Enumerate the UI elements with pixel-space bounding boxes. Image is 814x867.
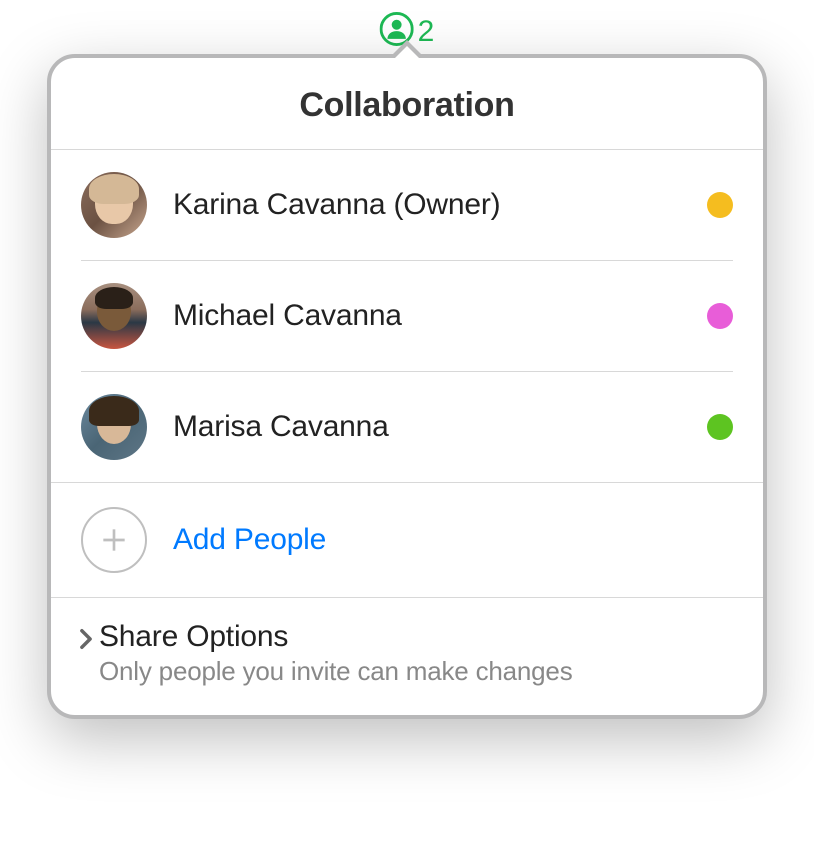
popover-header: Collaboration: [51, 58, 763, 150]
add-people-button[interactable]: Add People: [51, 482, 763, 598]
share-options-subtitle: Only people you invite can make changes: [99, 656, 573, 687]
avatar: [81, 283, 147, 349]
participant-row[interactable]: Marisa Cavanna: [81, 372, 733, 482]
participant-row[interactable]: Karina Cavanna (Owner): [81, 150, 733, 261]
add-people-label: Add People: [173, 523, 326, 557]
participant-name: Michael Cavanna: [173, 299, 681, 333]
status-dot: [707, 414, 733, 440]
share-options-content: Share Options Only people you invite can…: [99, 620, 573, 687]
popover-arrow: [391, 40, 423, 56]
popover-title: Collaboration: [51, 86, 763, 125]
share-options-button[interactable]: Share Options Only people you invite can…: [51, 598, 763, 715]
avatar: [81, 172, 147, 238]
participant-row[interactable]: Michael Cavanna: [81, 261, 733, 372]
collaboration-popover: Collaboration Karina Cavanna (Owner) Mic…: [47, 54, 767, 719]
popover-body: Collaboration Karina Cavanna (Owner) Mic…: [47, 54, 767, 719]
participant-list: Karina Cavanna (Owner) Michael Cavanna M…: [51, 150, 763, 482]
plus-icon: [81, 507, 147, 573]
avatar: [81, 394, 147, 460]
participant-name: Karina Cavanna (Owner): [173, 188, 681, 222]
chevron-right-icon: [79, 628, 93, 655]
status-dot: [707, 303, 733, 329]
participant-name: Marisa Cavanna: [173, 410, 681, 444]
share-options-title: Share Options: [99, 620, 573, 654]
status-dot: [707, 192, 733, 218]
